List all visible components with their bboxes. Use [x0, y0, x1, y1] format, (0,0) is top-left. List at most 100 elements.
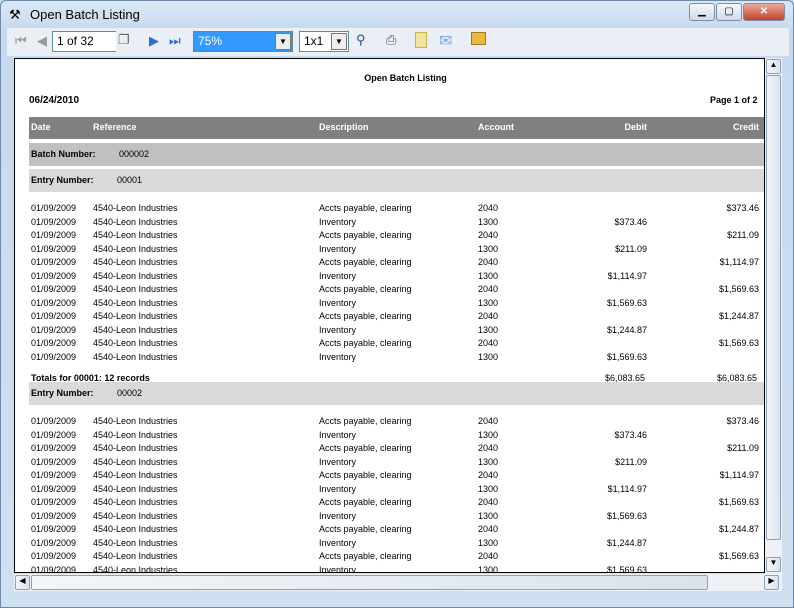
table-row: 01/09/2009 4540-Leon Industries Inventory 1…: [15, 351, 764, 365]
cell-description: Inventory: [319, 324, 357, 335]
cell-account: 1300: [478, 510, 499, 521]
cell-account: 2040: [478, 284, 499, 294]
cell-reference: 4540-Leon Industries: [93, 524, 178, 534]
cell-debit: $1,569.63: [606, 510, 647, 521]
vertical-scrollbar[interactable]: ▲ ▼: [765, 58, 782, 574]
chevron-down-icon[interactable]: ▼: [331, 33, 347, 50]
cell-debit: $1,114.97: [607, 270, 647, 281]
table-row: 01/09/2009 4540-Leon Industries Inventory 1…: [15, 270, 764, 284]
cell-account: 2040: [478, 203, 499, 213]
cell-description: Inventory: [319, 243, 357, 254]
table-row: 01/09/2009 4540-Leon Industries Inventory 1…: [15, 564, 764, 573]
cell-debit: $1,569.63: [606, 297, 647, 308]
cell-debit: $1,569.63: [606, 564, 647, 573]
cell-reference: 4540-Leon Industries: [93, 443, 178, 453]
table-row: 01/09/2009 4540-Leon Industries Accts paya…: [15, 203, 764, 216]
email-icon[interactable]: ✉: [439, 31, 452, 51]
cell-account: 2040: [478, 524, 499, 534]
col-reference: Reference: [93, 122, 137, 132]
scroll-up-button[interactable]: ▲: [766, 59, 781, 74]
cell-account: 1300: [478, 216, 499, 227]
copy-icon[interactable]: ❐: [118, 32, 130, 48]
cell-reference: 4540-Leon Industries: [93, 324, 178, 335]
chevron-down-icon[interactable]: ▼: [275, 33, 291, 50]
cell-debit: $211.09: [615, 456, 647, 467]
cell-account: 1300: [478, 270, 499, 281]
find-binoculars-icon[interactable]: ⚲: [356, 32, 366, 48]
page-number-input[interactable]: 1 of 32: [52, 31, 116, 52]
cell-date: 01/09/2009: [31, 416, 77, 426]
cell-description: Inventory: [319, 564, 357, 573]
table-row: 01/09/2009 4540-Leon Industries Inventory 1…: [15, 510, 764, 524]
cell-credit: $373.46: [726, 416, 759, 426]
toolbar: ⏮ ◀ 1 of 32 ❐ ▶ ⏭ 75% ▼ 1x1 ▼ ⚲ ⎙ ✉: [7, 28, 789, 56]
cell-description: Accts payable, clearing: [319, 524, 412, 534]
batch-number: 000002: [119, 149, 150, 159]
entry-label: Entry Number:: [31, 175, 94, 185]
layout-select[interactable]: 1x1 ▼: [299, 31, 349, 52]
window-title: Open Batch Listing: [30, 7, 140, 22]
print-icon[interactable]: ⎙: [386, 32, 396, 48]
previous-page-button[interactable]: ◀: [37, 33, 47, 49]
cell-reference: 4540-Leon Industries: [93, 497, 178, 507]
cell-date: 01/09/2009: [31, 270, 77, 281]
cell-account: 1300: [478, 537, 499, 548]
export-icon[interactable]: [415, 32, 427, 48]
cell-debit: $373.46: [614, 429, 647, 440]
cell-account: 2040: [478, 338, 499, 348]
scroll-thumb[interactable]: [766, 75, 781, 540]
minimize-button[interactable]: ▁: [689, 3, 715, 21]
cell-account: 1300: [478, 243, 499, 254]
cell-description: Inventory: [319, 510, 357, 521]
cell-date: 01/09/2009: [31, 203, 77, 213]
maximize-button[interactable]: ▢: [716, 3, 742, 21]
cell-account: 2040: [478, 311, 499, 321]
cell-reference: 4540-Leon Industries: [93, 551, 178, 561]
scroll-thumb-horizontal[interactable]: [31, 575, 708, 590]
report-date: 06/24/2010: [29, 95, 80, 106]
cell-description: Inventory: [319, 216, 357, 227]
cell-date: 01/09/2009: [31, 537, 77, 548]
col-debit: Debit: [624, 122, 648, 132]
cell-reference: 4540-Leon Industries: [93, 564, 178, 573]
next-page-button[interactable]: ▶: [149, 33, 159, 49]
cell-reference: 4540-Leon Industries: [93, 456, 178, 467]
cell-description: Accts payable, clearing: [319, 443, 412, 453]
cell-reference: 4540-Leon Industries: [93, 483, 178, 494]
cell-date: 01/09/2009: [31, 311, 77, 321]
scroll-left-button[interactable]: ◀: [15, 575, 30, 590]
table-row: 01/09/2009 4540-Leon Industries Inventory 1…: [15, 483, 764, 497]
table-row: 01/09/2009 4540-Leon Industries Accts paya…: [15, 284, 764, 297]
last-page-button[interactable]: ⏭: [169, 33, 181, 49]
cell-description: Accts payable, clearing: [319, 284, 412, 294]
cell-date: 01/09/2009: [31, 338, 77, 348]
open-folder-icon[interactable]: [471, 32, 486, 45]
first-page-button[interactable]: ⏮: [15, 33, 27, 49]
scroll-right-button[interactable]: ▶: [764, 575, 779, 590]
cell-reference: 4540-Leon Industries: [93, 297, 178, 308]
cell-reference: 4540-Leon Industries: [93, 351, 178, 362]
cell-date: 01/09/2009: [31, 443, 77, 453]
column-header-row: Date Reference Description Account Debit…: [29, 117, 764, 139]
cell-debit: $1,114.97: [607, 483, 647, 494]
cell-description: Inventory: [319, 429, 357, 440]
cell-date: 01/09/2009: [31, 524, 77, 534]
scroll-down-button[interactable]: ▼: [766, 557, 781, 572]
horizontal-scrollbar[interactable]: ◀ ▶: [14, 574, 782, 591]
cell-date: 01/09/2009: [31, 456, 77, 467]
cell-reference: 4540-Leon Industries: [93, 470, 178, 480]
cell-credit: $1,569.63: [718, 551, 759, 561]
cell-credit: $211.09: [727, 230, 759, 240]
report-title: Open Batch Listing: [364, 73, 447, 83]
table-row: 01/09/2009 4540-Leon Industries Accts paya…: [15, 443, 764, 456]
cell-debit: $1,569.63: [606, 351, 647, 362]
close-button[interactable]: ✕: [743, 3, 785, 21]
cell-reference: 4540-Leon Industries: [93, 216, 178, 227]
col-date: Date: [31, 122, 51, 132]
cell-description: Accts payable, clearing: [319, 230, 412, 240]
zoom-select[interactable]: 75% ▼: [193, 31, 293, 52]
cell-description: Accts payable, clearing: [319, 311, 412, 321]
table-row: 01/09/2009 4540-Leon Industries Accts paya…: [15, 338, 764, 351]
cell-date: 01/09/2009: [31, 243, 77, 254]
table-row: 01/09/2009 4540-Leon Industries Inventory 1…: [15, 216, 764, 230]
